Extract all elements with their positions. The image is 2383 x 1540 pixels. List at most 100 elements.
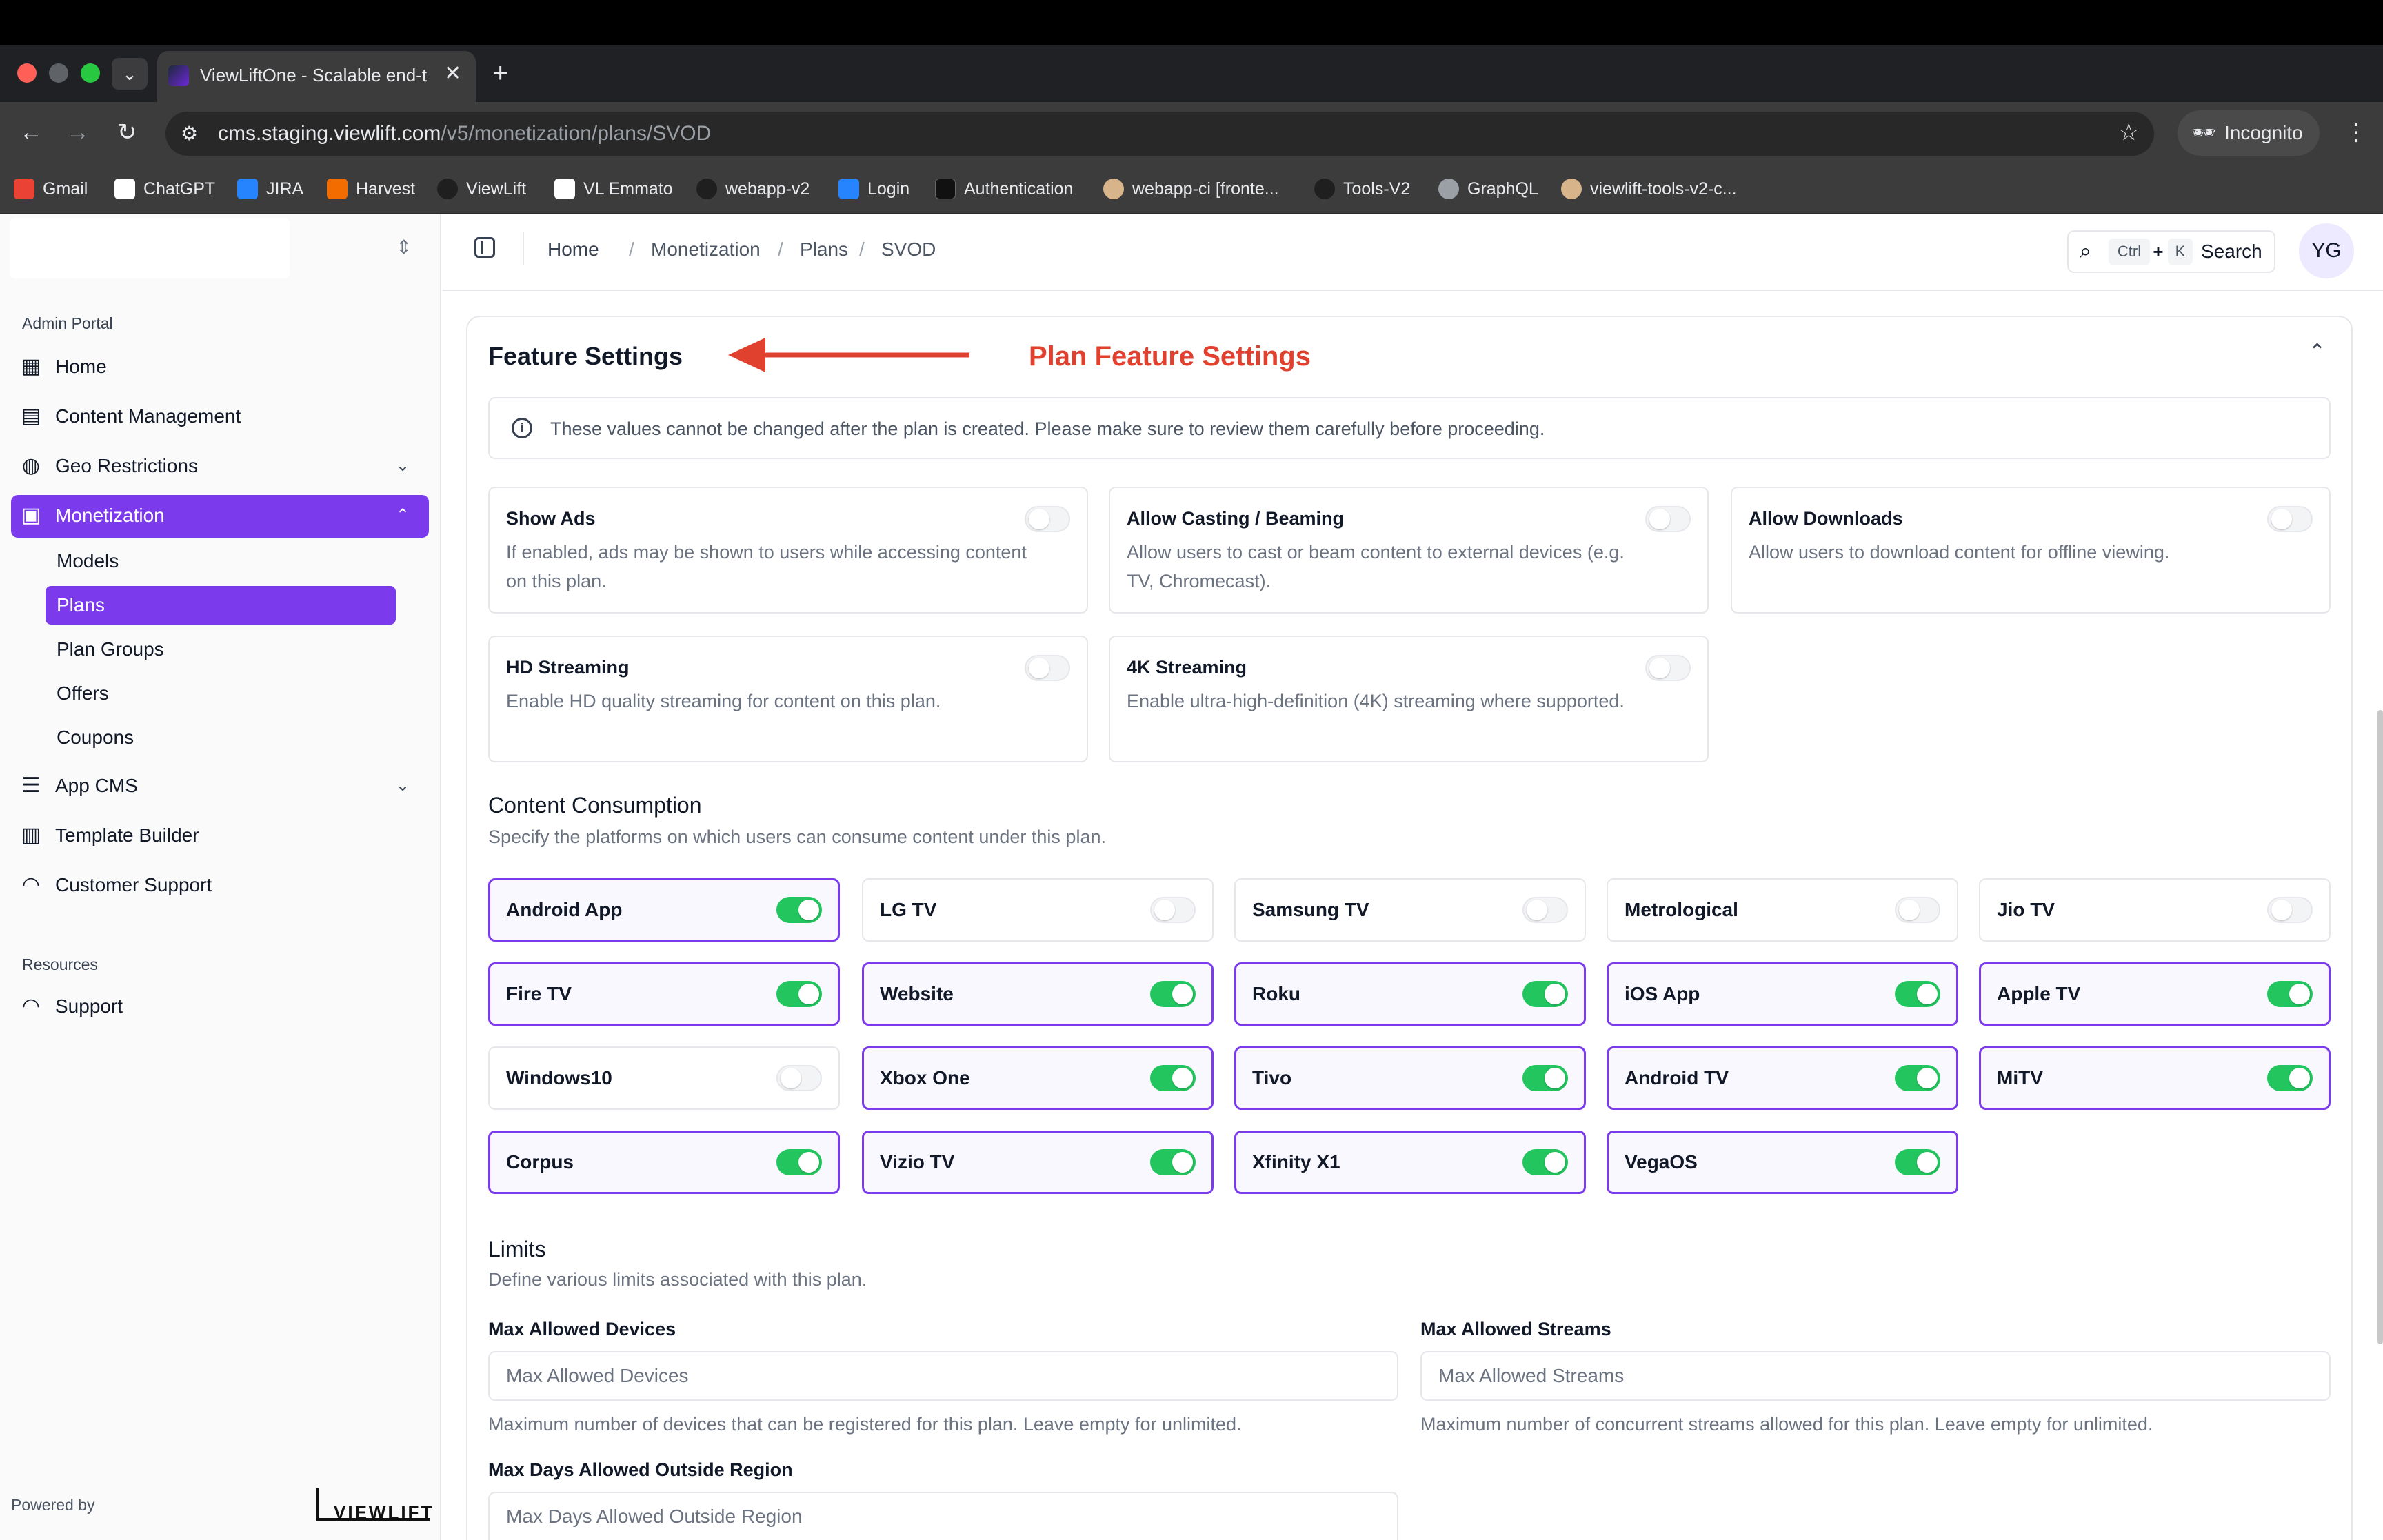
metrological-toggle[interactable] [1895, 897, 1940, 923]
max-streams-input[interactable] [1420, 1351, 2331, 1401]
bookmark-viewlift-tools[interactable]: viewlift-tools-v2-c... [1561, 175, 1737, 203]
4k-streaming-toggle[interactable] [1645, 655, 1691, 681]
bookmark-webapp-v2[interactable]: webapp-v2 [696, 175, 810, 203]
chevron-up-icon[interactable]: ⌃ [2309, 341, 2326, 364]
url-host: cms.staging.viewlift.com [218, 122, 441, 145]
kbd-ctrl: Ctrl [2109, 239, 2150, 265]
android-tv-toggle[interactable] [1895, 1065, 1940, 1091]
xfinity-x1-toggle[interactable] [1522, 1149, 1568, 1175]
info-icon: i [512, 418, 532, 438]
page-scrollbar[interactable] [2377, 710, 2383, 1344]
breadcrumb-home[interactable]: Home [547, 237, 599, 262]
ios-app-toggle[interactable] [1895, 981, 1940, 1007]
sidebar-item-label: Monetization [55, 505, 165, 526]
workspace-logo[interactable] [10, 218, 290, 278]
sidebar-subitem-label: Models [57, 550, 119, 571]
bookmark-authentication[interactable]: Authentication [935, 175, 1073, 203]
jio-tv-toggle[interactable] [2267, 897, 2313, 923]
site-info-icon[interactable]: ⚙ [181, 122, 198, 145]
sidebar-item-label: Home [55, 356, 107, 377]
xbox-one-toggle[interactable] [1150, 1065, 1196, 1091]
platform-label: LG TV [880, 899, 937, 920]
chevrons-up-down-icon[interactable]: ⇕ [396, 236, 412, 259]
tivo-toggle[interactable] [1522, 1065, 1568, 1091]
website-toggle[interactable] [1150, 981, 1196, 1007]
toggle-knob [1917, 984, 1938, 1004]
close-tab-icon[interactable]: ✕ [444, 61, 461, 87]
hd-streaming-toggle[interactable] [1025, 655, 1070, 681]
bookmark-tools-v2[interactable]: Tools-V2 [1314, 175, 1410, 203]
search-label: Search [2201, 241, 2262, 262]
platform-label: Roku [1252, 983, 1300, 1004]
maximize-window-button[interactable] [81, 63, 100, 83]
minimize-window-button[interactable] [49, 63, 68, 83]
toggle-knob [1172, 1152, 1193, 1173]
toggle-sidebar-icon[interactable] [474, 237, 495, 258]
kbd-plus: + [2153, 241, 2164, 262]
android-app-toggle[interactable] [776, 897, 822, 923]
breadcrumb-monetization[interactable]: Monetization [651, 237, 761, 262]
toggle-knob [781, 1068, 801, 1088]
roku-toggle[interactable] [1522, 981, 1568, 1007]
vizio-tv-toggle[interactable] [1150, 1149, 1196, 1175]
browser-menu-icon[interactable]: ⋮ [2344, 119, 2368, 146]
samsung-tv-toggle[interactable] [1522, 897, 1568, 923]
platform-label: Samsung TV [1252, 899, 1369, 920]
platform-label: Fire TV [506, 983, 572, 1004]
reload-icon[interactable]: ↻ [117, 117, 137, 148]
toggle-knob [2271, 900, 2292, 920]
breadcrumb-plans[interactable]: Plans [800, 237, 848, 262]
allow-casting-toggle[interactable] [1645, 506, 1691, 532]
vegaos-toggle[interactable] [1895, 1149, 1940, 1175]
bookmark-login[interactable]: Login [838, 175, 909, 203]
breadcrumb-separator: / [629, 239, 634, 260]
bookmark-jira[interactable]: JIRA [237, 175, 303, 203]
apple-tv-toggle[interactable] [2267, 981, 2313, 1007]
bookmark-graphql[interactable]: GraphQL [1438, 175, 1538, 203]
corpus-toggle[interactable] [776, 1149, 822, 1175]
bookmark-vl-emmato[interactable]: VL Emmato [554, 175, 673, 203]
fire-tv-toggle[interactable] [776, 981, 822, 1007]
content-consumption-title: Content Consumption [488, 793, 702, 818]
max-devices-input[interactable] [488, 1351, 1398, 1401]
bookmark-gmail[interactable]: Gmail [14, 175, 88, 203]
tab-search-button[interactable]: ⌄ [112, 58, 148, 90]
feature-title: Show Ads [506, 508, 596, 529]
toggle-knob [798, 1152, 819, 1173]
platform-label: Android App [506, 899, 623, 920]
platform-label: MiTV [1997, 1067, 2043, 1088]
limits-subtitle: Define various limits associated with th… [488, 1269, 867, 1290]
bookmark-viewlift[interactable]: ViewLift [437, 175, 526, 203]
forward-arrow-icon[interactable]: → [66, 117, 90, 148]
back-arrow-icon[interactable]: ← [19, 117, 43, 148]
new-tab-icon[interactable]: + [492, 58, 508, 88]
wallet-icon: ▣ [21, 504, 41, 527]
bookmark-label: Login [867, 179, 910, 199]
breadcrumb-current: SVOD [881, 239, 936, 260]
breadcrumb-separator: / [859, 239, 865, 260]
viewlift-logo-text: VIEWLIFT [334, 1502, 434, 1523]
allow-downloads-toggle[interactable] [2267, 506, 2313, 532]
feature-description: Enable HD quality streaming for content … [506, 691, 941, 711]
sidebar-item-label: Support [55, 995, 123, 1017]
bookmark-harvest[interactable]: Harvest [327, 175, 415, 203]
windows10-toggle[interactable] [776, 1065, 822, 1091]
annotation-arrow-icon [728, 338, 969, 372]
bookmark-webapp-ci[interactable]: webapp-ci [fronte... [1103, 175, 1279, 203]
mitv-toggle[interactable] [2267, 1065, 2313, 1091]
bookmark-star-icon[interactable]: ☆ [2118, 119, 2139, 146]
jenkins-icon [1561, 179, 1582, 199]
close-window-button[interactable] [17, 63, 37, 83]
group-label-admin: Admin Portal [22, 314, 113, 332]
max-days-input[interactable] [488, 1492, 1398, 1540]
chevron-down-icon: ⌄ [396, 456, 410, 475]
lg-tv-toggle[interactable] [1150, 897, 1196, 923]
user-avatar[interactable]: YG [2299, 223, 2354, 278]
breadcrumb-separator: / [778, 239, 783, 260]
content-consumption-subtitle: Specify the platforms on which users can… [488, 827, 1106, 847]
auth-icon [935, 179, 956, 199]
show-ads-toggle[interactable] [1025, 506, 1070, 532]
bookmark-chatgpt[interactable]: ChatGPT [114, 175, 215, 203]
jira-icon [838, 179, 859, 199]
address-url[interactable]: cms.staging.viewlift.com/v5/monetization… [218, 120, 711, 148]
